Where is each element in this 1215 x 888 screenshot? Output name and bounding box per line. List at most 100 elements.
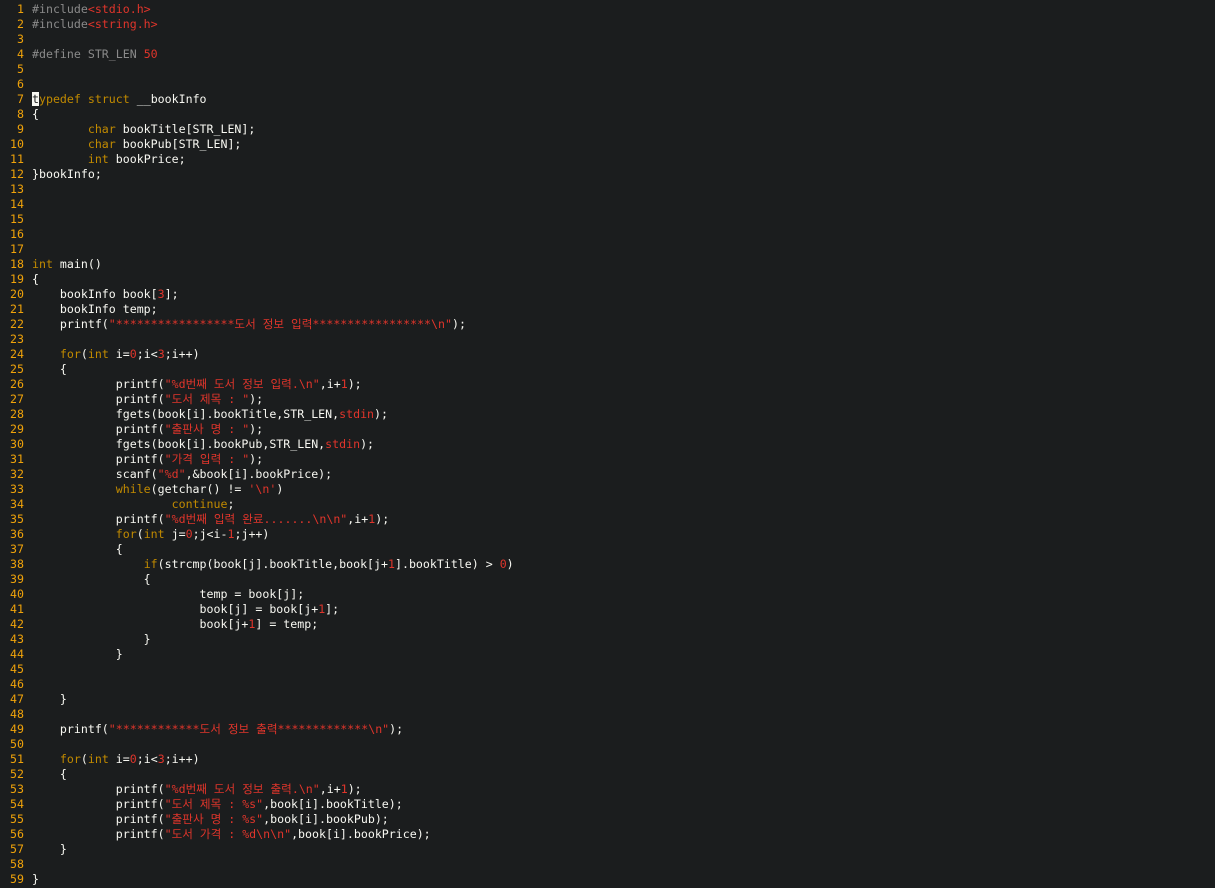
code-line[interactable]: 47 } bbox=[0, 692, 1215, 707]
code-line[interactable]: 19 { bbox=[0, 272, 1215, 287]
code-token: __bookInfo bbox=[129, 92, 207, 106]
code-line[interactable]: 17 bbox=[0, 242, 1215, 257]
code-line[interactable]: 55 printf("출판사 명 : %s",book[i].bookPub); bbox=[0, 812, 1215, 827]
line-number: 33 bbox=[10, 482, 24, 496]
code-line[interactable]: 37 { bbox=[0, 542, 1215, 557]
code-token: ;i++) bbox=[164, 752, 200, 766]
code-line[interactable]: 46 bbox=[0, 677, 1215, 692]
code-text: { bbox=[32, 767, 67, 781]
code-line[interactable]: 54 printf("도서 제목 : %s",book[i].bookTitle… bbox=[0, 797, 1215, 812]
code-token: ; bbox=[227, 497, 235, 511]
code-line[interactable]: 8{ bbox=[0, 107, 1215, 122]
code-text: printf("************도서 정보 출력************… bbox=[32, 722, 403, 736]
code-token: <stdio.h> bbox=[87, 2, 151, 16]
code-line[interactable]: 11 int bookPrice; bbox=[0, 152, 1215, 167]
line-number: 31 bbox=[10, 452, 24, 466]
code-text: { bbox=[32, 272, 39, 286]
code-line[interactable]: 21 bookInfo temp; bbox=[0, 302, 1215, 317]
code-line[interactable]: 20 bookInfo book[3]; bbox=[0, 287, 1215, 302]
code-token: printf( bbox=[32, 392, 165, 406]
code-line[interactable]: 7 typedef struct __bookInfo bbox=[0, 92, 1215, 107]
code-line[interactable]: 40 temp = book[j]; bbox=[0, 587, 1215, 602]
code-line[interactable]: 4 #define STR_LEN 50 bbox=[0, 47, 1215, 62]
code-line[interactable]: 44 } bbox=[0, 647, 1215, 662]
code-line[interactable]: 41 book[j] = book[j+1]; bbox=[0, 602, 1215, 617]
code-text: } bbox=[32, 872, 39, 886]
code-line[interactable]: 59} bbox=[0, 872, 1215, 887]
code-line[interactable]: 15 bbox=[0, 212, 1215, 227]
code-line[interactable]: 5 bbox=[0, 62, 1215, 77]
code-line[interactable]: 6 bbox=[0, 77, 1215, 92]
code-line[interactable]: 52 { bbox=[0, 767, 1215, 782]
code-token: ,&book[i].bookPrice); bbox=[185, 467, 333, 481]
code-line[interactable]: 3 bbox=[0, 32, 1215, 47]
code-line[interactable]: 36 for(int j=0;j<i-1;j++) bbox=[0, 527, 1215, 542]
code-line[interactable]: 31 printf("가격 입력 : "); bbox=[0, 452, 1215, 467]
code-token: "%d" bbox=[157, 467, 186, 481]
code-line[interactable]: 18 int main() bbox=[0, 257, 1215, 272]
code-token: if bbox=[143, 557, 158, 571]
code-line[interactable]: 30 fgets(book[i].bookPub,STR_LEN,stdin); bbox=[0, 437, 1215, 452]
code-line[interactable]: 58 bbox=[0, 857, 1215, 872]
code-line[interactable]: 34 continue; bbox=[0, 497, 1215, 512]
line-number: 59 bbox=[10, 872, 24, 886]
code-line[interactable]: 10 char bookPub[STR_LEN]; bbox=[0, 137, 1215, 152]
code-text: printf("출판사 명 : "); bbox=[32, 422, 263, 436]
line-number: 49 bbox=[10, 722, 24, 736]
code-text: printf("도서 제목 : %s",book[i].bookTitle); bbox=[32, 797, 403, 811]
code-text: book[j] = book[j+1]; bbox=[32, 602, 340, 616]
code-line[interactable]: 53 printf("%d번째 도서 정보 출력.\n",i+1); bbox=[0, 782, 1215, 797]
code-line[interactable]: 9 char bookTitle[STR_LEN]; bbox=[0, 122, 1215, 137]
code-line[interactable]: 22 printf("*****************도서 정보 입력****… bbox=[0, 317, 1215, 332]
line-number: 10 bbox=[10, 137, 24, 151]
code-line[interactable]: 2 #include<string.h> bbox=[0, 17, 1215, 32]
code-line[interactable]: 38 if(strcmp(book[j].bookTitle,book[j+1]… bbox=[0, 557, 1215, 572]
line-number: 24 bbox=[10, 347, 24, 361]
code-token: "도서 가격 : %d\n\n" bbox=[164, 827, 292, 841]
code-line[interactable]: 33 while(getchar() != '\n') bbox=[0, 482, 1215, 497]
line-number: 57 bbox=[10, 842, 24, 856]
code-text: } bbox=[32, 647, 123, 661]
code-token: 0 bbox=[129, 347, 137, 361]
code-line[interactable]: 26 printf("%d번째 도서 정보 입력.\n",i+1); bbox=[0, 377, 1215, 392]
code-line[interactable]: 14 bbox=[0, 197, 1215, 212]
code-line[interactable]: 45 bbox=[0, 662, 1215, 677]
code-token: { bbox=[32, 107, 39, 121]
code-line[interactable]: 12}bookInfo; bbox=[0, 167, 1215, 182]
code-line[interactable]: 43 } bbox=[0, 632, 1215, 647]
code-token: ) bbox=[276, 482, 284, 496]
code-line[interactable]: 25 { bbox=[0, 362, 1215, 377]
code-line[interactable]: 42 book[j+1] = temp; bbox=[0, 617, 1215, 632]
code-line[interactable]: 28 fgets(book[i].bookTitle,STR_LEN,stdin… bbox=[0, 407, 1215, 422]
code-line[interactable]: 27 printf("도서 제목 : "); bbox=[0, 392, 1215, 407]
code-line[interactable]: 13 bbox=[0, 182, 1215, 197]
code-editor[interactable]: 1 #include<stdio.h> 2 #include<string.h> 3 4 #… bbox=[0, 0, 1215, 888]
code-line[interactable]: 39 { bbox=[0, 572, 1215, 587]
code-token: temp = book[j]; bbox=[32, 587, 305, 601]
code-line[interactable]: 32 scanf("%d",&book[i].bookPrice); bbox=[0, 467, 1215, 482]
code-token: ); bbox=[347, 377, 362, 391]
code-line[interactable]: 56 printf("도서 가격 : %d\n\n",book[i].bookP… bbox=[0, 827, 1215, 842]
code-line[interactable]: 23 bbox=[0, 332, 1215, 347]
line-number: 25 bbox=[10, 362, 24, 376]
code-line[interactable]: 16 bbox=[0, 227, 1215, 242]
code-line[interactable]: 49 printf("************도서 정보 출력*********… bbox=[0, 722, 1215, 737]
code-line[interactable]: 1 #include<stdio.h> bbox=[0, 2, 1215, 17]
line-number: 42 bbox=[10, 617, 24, 631]
code-token: ); bbox=[375, 512, 390, 526]
code-token: struct bbox=[87, 92, 130, 106]
code-token: ); bbox=[451, 317, 466, 331]
code-line[interactable]: 51 for(int i=0;i<3;i++) bbox=[0, 752, 1215, 767]
code-token: ( bbox=[80, 347, 88, 361]
code-line[interactable]: 24 for(int i=0;i<3;i++) bbox=[0, 347, 1215, 362]
code-line[interactable]: 35 printf("%d번째 입력 완료.......\n\n",i+1); bbox=[0, 512, 1215, 527]
code-text: #define STR_LEN 50 bbox=[32, 47, 158, 61]
code-line[interactable]: 57 } bbox=[0, 842, 1215, 857]
code-line[interactable]: 50 bbox=[0, 737, 1215, 752]
code-line[interactable]: 48 bbox=[0, 707, 1215, 722]
code-line[interactable]: 29 printf("출판사 명 : "); bbox=[0, 422, 1215, 437]
code-token: 3 bbox=[157, 287, 165, 301]
code-token: printf( bbox=[32, 782, 165, 796]
